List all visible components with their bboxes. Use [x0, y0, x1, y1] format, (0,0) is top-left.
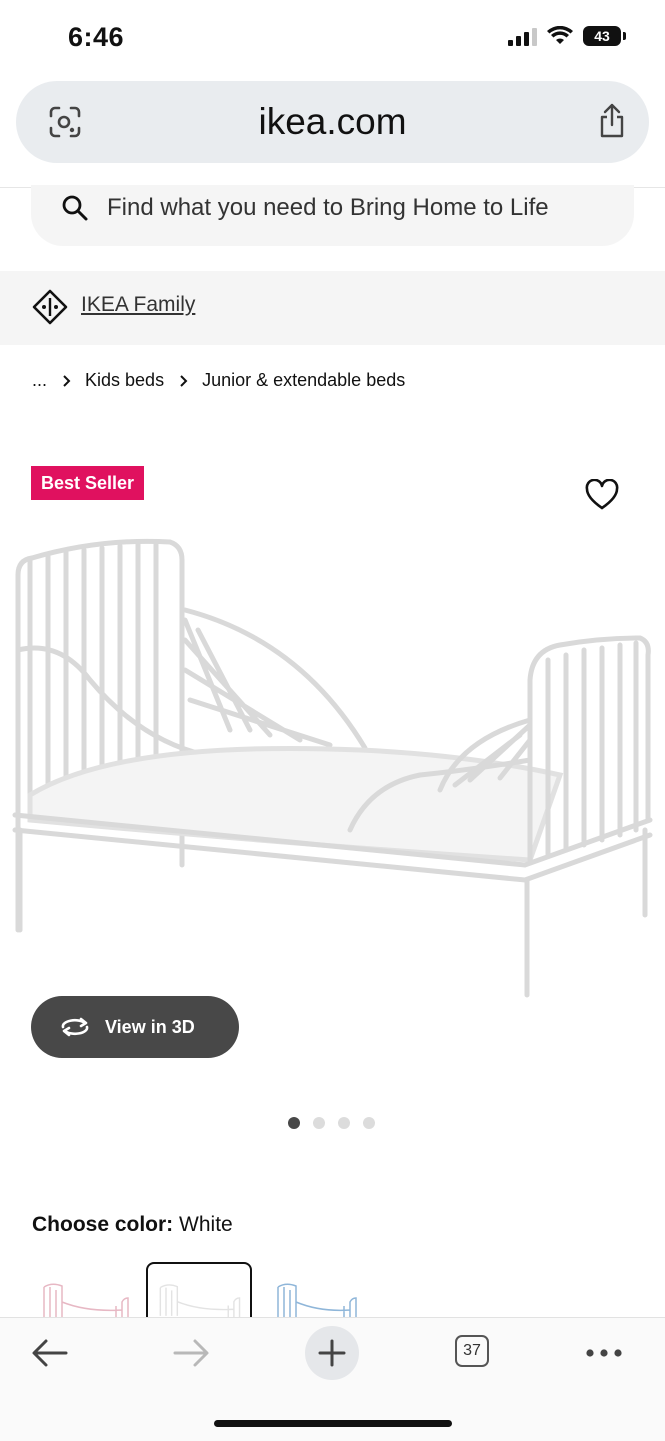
breadcrumb-kids-beds[interactable]: Kids beds	[85, 370, 164, 391]
color-chooser-label: Choose color: White	[32, 1213, 233, 1237]
battery-level: 43	[594, 28, 610, 44]
carousel-dot[interactable]	[288, 1117, 300, 1129]
rotate-3d-icon	[61, 1017, 89, 1037]
breadcrumb: ... Kids beds Junior & extendable beds	[32, 370, 405, 391]
heart-icon[interactable]	[585, 479, 619, 511]
share-icon[interactable]	[597, 103, 627, 139]
cellular-signal-icon	[508, 26, 537, 46]
image-carousel-dots	[288, 1117, 375, 1129]
color-prompt: Choose color:	[32, 1213, 174, 1236]
carousel-dot[interactable]	[363, 1117, 375, 1129]
carousel-dot[interactable]	[338, 1117, 350, 1129]
address-bar[interactable]: ikea.com	[16, 81, 649, 163]
search-placeholder[interactable]: Find what you need to Bring Home to Life	[107, 194, 549, 222]
forward-arrow-icon[interactable]	[171, 1333, 211, 1373]
color-value: White	[179, 1213, 233, 1236]
chevron-right-icon	[180, 374, 188, 387]
tab-switcher-button[interactable]: 37	[455, 1335, 489, 1367]
home-indicator	[214, 1420, 452, 1427]
new-tab-button[interactable]	[305, 1326, 359, 1380]
breadcrumb-ellipsis[interactable]: ...	[32, 370, 47, 391]
status-icons: 43	[508, 26, 626, 46]
swatch-blue[interactable]	[270, 1262, 376, 1318]
breadcrumb-junior-beds[interactable]: Junior & extendable beds	[202, 370, 405, 391]
search-icon	[62, 195, 88, 221]
more-menu-icon[interactable]	[584, 1333, 624, 1373]
best-seller-badge: Best Seller	[31, 466, 145, 500]
view-in-3d-button[interactable]: View in 3D	[31, 996, 239, 1058]
swatch-pink[interactable]	[32, 1262, 138, 1318]
product-image[interactable]	[0, 530, 665, 1000]
ikea-family-link[interactable]: IKEA Family	[81, 293, 195, 317]
ikea-family-banner[interactable]: IKEA Family	[0, 271, 665, 345]
family-tag-icon	[32, 289, 68, 325]
back-arrow-icon[interactable]	[30, 1333, 70, 1373]
url-text[interactable]: ikea.com	[16, 101, 649, 143]
status-time: 6:46	[68, 22, 125, 52]
browser-toolbar: 37	[0, 1317, 665, 1441]
view-in-3d-label: View in 3D	[105, 1016, 195, 1037]
battery-icon: 43	[583, 26, 626, 46]
carousel-dot[interactable]	[313, 1117, 325, 1129]
search-bar[interactable]: Find what you need to Bring Home to Life	[31, 185, 634, 246]
swatch-white[interactable]	[146, 1262, 252, 1318]
color-swatches	[32, 1262, 665, 1318]
chevron-right-icon	[63, 374, 71, 387]
wifi-icon	[547, 26, 573, 44]
plus-icon	[318, 1339, 346, 1367]
